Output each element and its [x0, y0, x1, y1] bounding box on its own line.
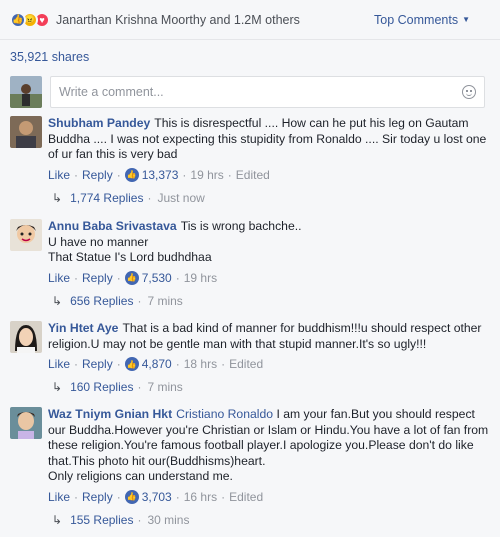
sort-comments-dropdown[interactable]: Top Comments ▼ — [374, 13, 470, 27]
avatar[interactable] — [10, 321, 42, 353]
like-count-value: 13,373 — [141, 167, 179, 182]
reactions-bar: 👍 😠 ♥ Janarthan Krishna Moorthy and 1.2M… — [0, 0, 500, 40]
comment-text-line-2: Only religions can understand me. — [48, 469, 233, 483]
replies-link[interactable]: 656 Replies — [70, 294, 133, 308]
reply-button[interactable]: Reply — [82, 357, 113, 371]
replies-link[interactable]: 155 Replies — [70, 513, 133, 527]
like-count-value: 7,530 — [141, 270, 172, 285]
comment-time[interactable]: 16 hrs — [184, 490, 217, 504]
replies-time: 30 mins — [147, 512, 190, 527]
chevron-down-icon: ▼ — [462, 15, 470, 24]
replies-row[interactable]: ↳ 1,774 Replies · Just now — [52, 191, 490, 205]
comment-composer: Write a comment... — [10, 75, 485, 109]
comment-placeholder: Write a comment... — [59, 85, 164, 99]
commenter-name[interactable]: Yin Htet Aye — [48, 321, 118, 335]
like-button[interactable]: Like — [48, 271, 70, 285]
comment-actions: Like · Reply · 👍 4,870 · 18 hrs · Edited — [48, 357, 264, 371]
comment-time[interactable]: 19 hrs — [184, 271, 217, 285]
shares-count[interactable]: 35,921 shares — [10, 50, 89, 64]
edited-label[interactable]: Edited — [229, 357, 263, 371]
edited-label[interactable]: Edited — [236, 168, 270, 182]
comment-body: Annu Baba Srivastava Tis is wrong bachche… — [48, 219, 490, 266]
commenter-name[interactable]: Waz Tniym Gnian Hkt — [48, 407, 172, 421]
like-count-value: 4,870 — [141, 357, 172, 371]
like-count[interactable]: 👍 7,530 — [124, 270, 172, 285]
edited-label[interactable]: Edited — [229, 490, 263, 504]
reply-button[interactable]: Reply — [82, 490, 113, 504]
like-button[interactable]: Like — [48, 357, 70, 371]
replies-row[interactable]: ↳ 656 Replies · 7 mins — [52, 294, 490, 308]
thumbs-up-icon: 👍 — [124, 489, 139, 504]
replies-time: 7 mins — [147, 293, 183, 308]
mention-link[interactable]: Cristiano Ronaldo — [176, 407, 273, 421]
replies-row[interactable]: ↳ 155 Replies · 30 mins — [52, 513, 490, 527]
comment-text-line-2: U have no manner — [48, 234, 149, 249]
comment-item: Waz Tniym Gnian Hkt Cristiano Ronaldo I a… — [10, 407, 490, 527]
reply-arrow-icon: ↳ — [52, 512, 63, 527]
comment-item: Yin Htet Aye That is a bad kind of manner… — [10, 321, 490, 394]
reply-button[interactable]: Reply — [82, 168, 113, 182]
replies-time: 7 mins — [147, 380, 183, 394]
comment-body: Waz Tniym Gnian Hkt Cristiano Ronaldo I a… — [48, 407, 490, 485]
emoji-icon[interactable] — [462, 85, 476, 99]
comment-actions: Like · Reply · 👍 3,703 · 16 hrs · Edited — [48, 489, 264, 504]
thumbs-up-icon: 👍 — [124, 167, 139, 182]
reply-arrow-icon: ↳ — [52, 293, 63, 308]
replies-row[interactable]: ↳ 160 Replies · 7 mins — [52, 380, 490, 394]
avatar[interactable] — [10, 219, 42, 251]
avatar[interactable] — [10, 76, 42, 108]
avatar[interactable] — [10, 407, 42, 439]
replies-link[interactable]: 160 Replies — [70, 380, 133, 394]
commenter-name[interactable]: Shubham Pandey — [48, 116, 150, 130]
sort-label: Top Comments — [374, 12, 459, 27]
reply-arrow-icon: ↳ — [52, 190, 63, 205]
comment-actions: Like · Reply · 👍 7,530 · 19 hrs — [48, 270, 218, 285]
like-count[interactable]: 👍 3,703 — [124, 489, 172, 504]
like-count[interactable]: 👍 4,870 — [124, 357, 172, 371]
reply-button[interactable]: Reply — [82, 271, 113, 285]
replies-time: Just now — [157, 190, 205, 205]
comment-body: Yin Htet Aye That is a bad kind of manner… — [48, 321, 490, 352]
commenter-name[interactable]: Annu Baba Srivastava — [48, 219, 177, 233]
comment-time[interactable]: 18 hrs — [184, 357, 217, 371]
like-button[interactable]: Like — [48, 490, 70, 504]
comment-item: Shubham Pandey This is disrespectful ....… — [10, 116, 490, 205]
replies-link[interactable]: 1,774 Replies — [70, 191, 143, 205]
comment-actions: Like · Reply · 👍 13,373 · 19 hrs · Edite… — [48, 167, 270, 182]
reactors-text[interactable]: Janarthan Krishna Moorthy and 1.2M other… — [56, 13, 300, 27]
reply-arrow-icon: ↳ — [52, 380, 63, 394]
comment-input[interactable]: Write a comment... — [50, 76, 485, 108]
like-count[interactable]: 👍 13,373 — [124, 167, 179, 182]
thumbs-up-icon: 👍 — [124, 357, 139, 371]
comment-item: Annu Baba Srivastava Tis is wrong bachche… — [10, 219, 490, 308]
comments-panel: 👍 😠 ♥ Janarthan Krishna Moorthy and 1.2M… — [0, 0, 500, 537]
thumbs-up-icon: 👍 — [124, 270, 139, 285]
like-button[interactable]: Like — [48, 168, 70, 182]
avatar[interactable] — [10, 116, 42, 148]
comment-time[interactable]: 19 hrs — [190, 168, 223, 182]
like-reaction-icon: 👍 — [10, 11, 26, 28]
reaction-icons[interactable]: 👍 😠 ♥ — [10, 11, 50, 28]
like-count-value: 3,703 — [141, 489, 172, 504]
comment-body: Shubham Pandey This is disrespectful ....… — [48, 116, 490, 163]
comment-text-line-3: That Statue I's Lord budhdhaa — [48, 250, 212, 264]
comment-text-line-1: Tis is wrong bachche.. — [180, 219, 302, 233]
